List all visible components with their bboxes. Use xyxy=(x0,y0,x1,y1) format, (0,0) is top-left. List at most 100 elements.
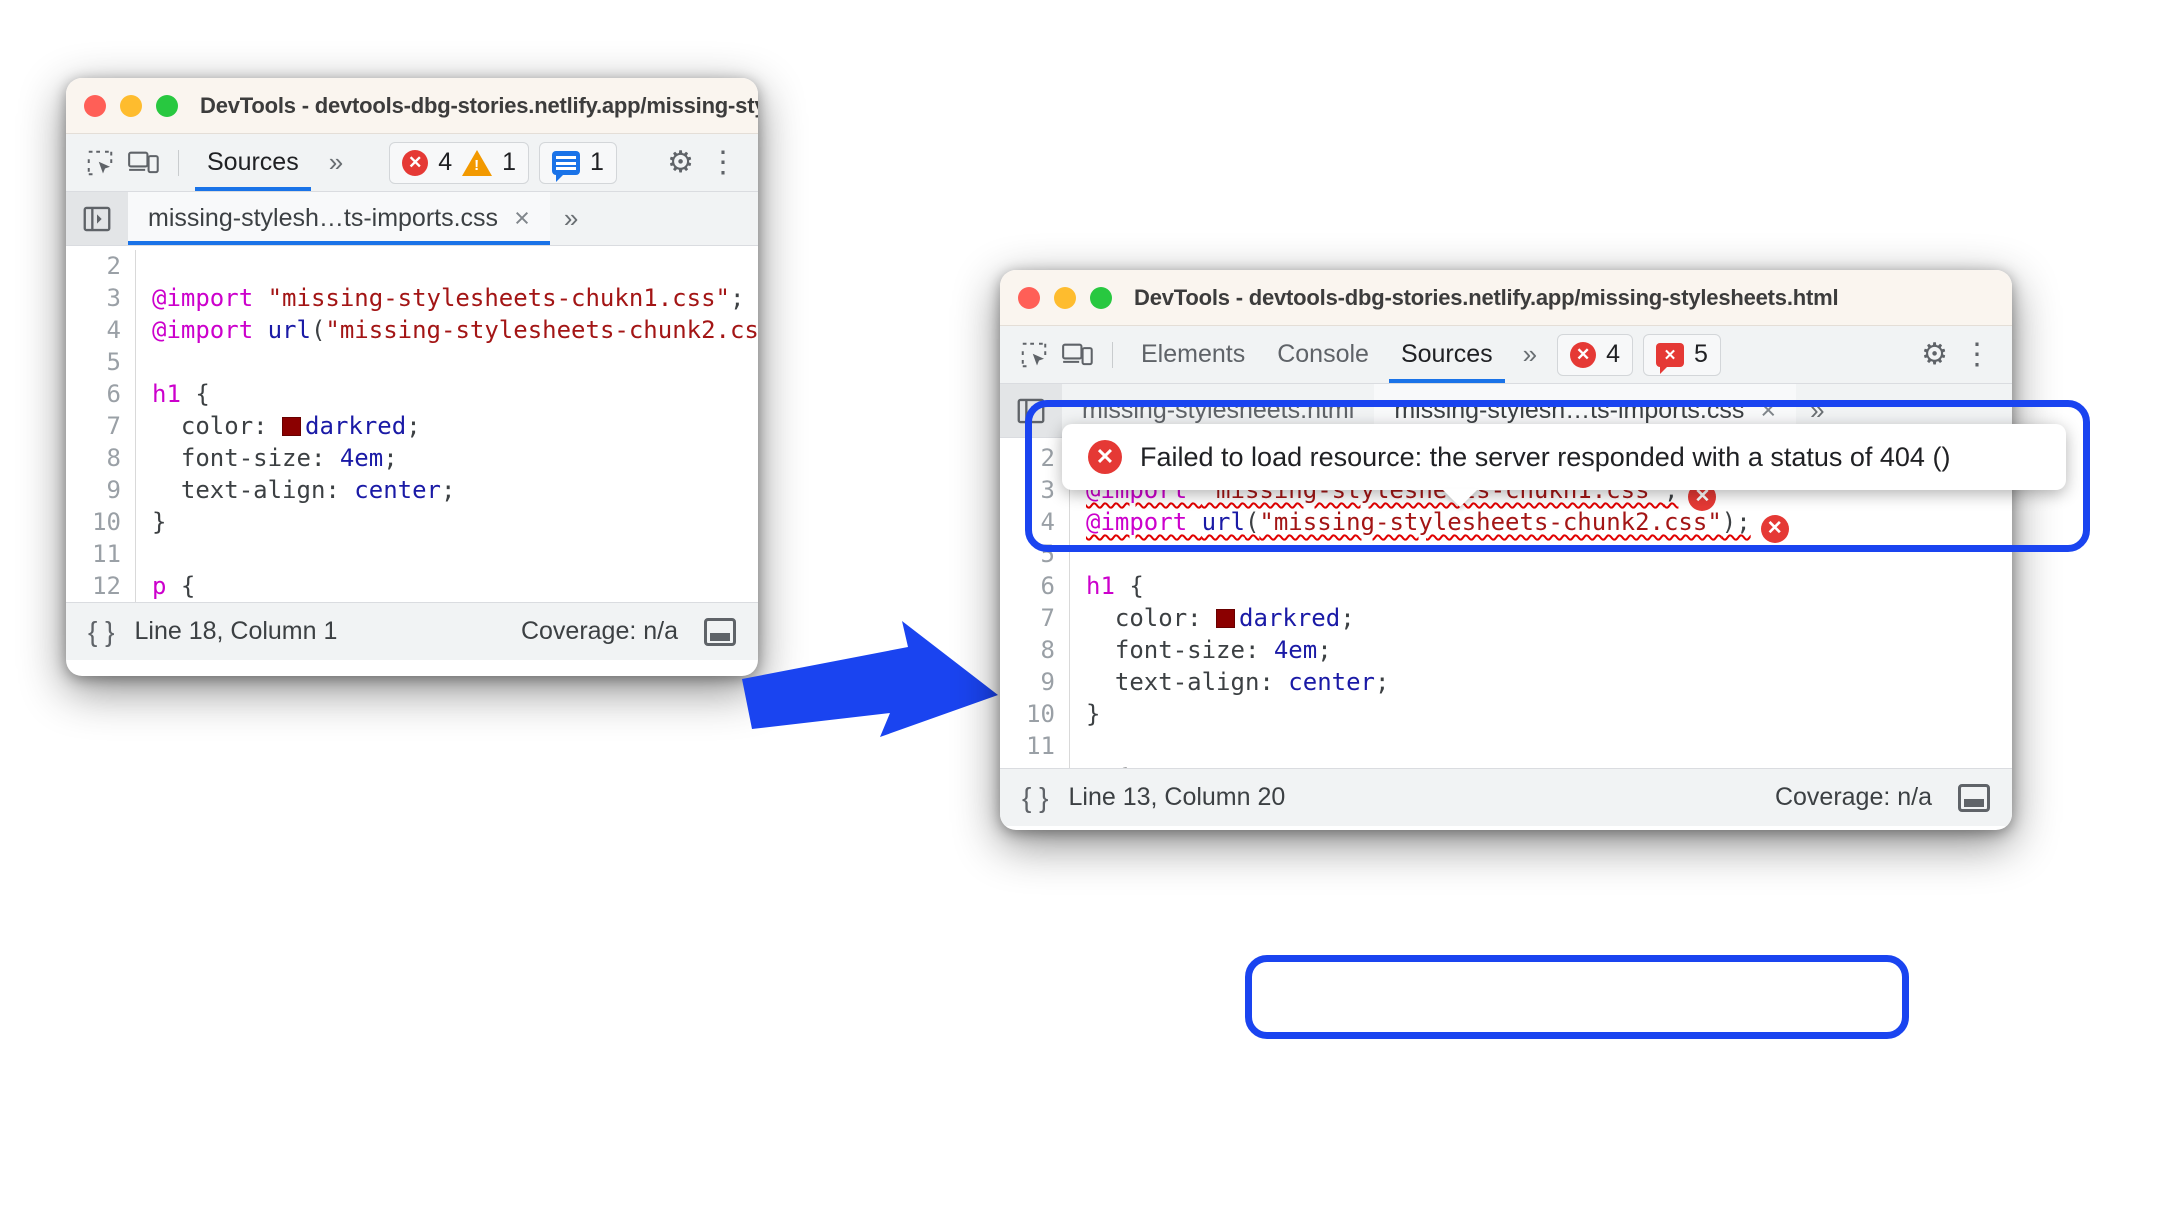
window1-statusbar: { } Line 18, Column 1 Coverage: n/a xyxy=(66,602,758,660)
code-line[interactable]: 7 color: darkred; xyxy=(66,410,758,442)
window-controls[interactable] xyxy=(84,94,178,117)
maximize-window-button[interactable] xyxy=(156,94,178,117)
code-line[interactable]: 11 xyxy=(66,538,758,570)
dock-to-bottom-icon[interactable] xyxy=(704,617,736,646)
code-line[interactable]: 7 color: darkred; xyxy=(1000,602,2012,634)
code-text: text-align: center; xyxy=(1070,666,1390,698)
error-badge[interactable]: ✕ 4 xyxy=(1557,333,1634,376)
code-text: font-size: 4em; xyxy=(1070,634,1332,666)
kebab-menu-icon[interactable]: ⋮ xyxy=(700,147,746,177)
tooltip-pointer xyxy=(1442,489,1478,507)
line-number: 6 xyxy=(66,378,136,410)
window1-file-tabstrip[interactable]: missing-stylesh…ts-imports.css × » xyxy=(66,192,758,246)
line-number: 3 xyxy=(1000,474,1070,506)
code-token: ( xyxy=(310,316,326,344)
window1-issue-badges[interactable]: ✕ 4 1 1 xyxy=(389,141,617,184)
code-line[interactable]: 12p { xyxy=(66,570,758,602)
error-tooltip: ✕ Failed to load resource: the server re… xyxy=(1062,424,2066,507)
device-toolbar-icon[interactable] xyxy=(1056,334,1100,376)
code-line[interactable]: 10} xyxy=(66,506,758,538)
coverage-label: Coverage: n/a xyxy=(520,617,678,645)
tab-sources[interactable]: Sources xyxy=(1385,327,1509,383)
code-line[interactable]: 8 font-size: 4em; xyxy=(1000,634,2012,666)
code-line[interactable]: 2 xyxy=(66,250,758,282)
gear-icon[interactable]: ⚙ xyxy=(667,145,694,180)
window-controls[interactable] xyxy=(1018,286,1112,309)
tab-console[interactable]: Console xyxy=(1261,327,1385,383)
tab-elements[interactable]: Elements xyxy=(1125,327,1261,383)
code-text: } xyxy=(136,506,166,538)
code-line[interactable]: 5 xyxy=(66,346,758,378)
cursor-position: Line 13, Column 20 xyxy=(1068,783,1286,811)
inspect-element-icon[interactable] xyxy=(78,142,122,184)
window2-issue-badges[interactable]: ✕ 4 ✕ 5 xyxy=(1557,333,1721,376)
dock-to-bottom-icon[interactable] xyxy=(1958,783,1990,812)
minimize-window-button[interactable] xyxy=(120,94,142,117)
close-icon[interactable]: × xyxy=(514,203,530,234)
code-line[interactable]: 3 @import "missing-stylesheets-chukn1.css… xyxy=(66,282,758,314)
code-token: ; xyxy=(1317,636,1332,664)
code-token: ; xyxy=(1340,604,1355,632)
code-token: @import xyxy=(152,316,268,344)
code-line[interactable]: 11 xyxy=(1000,730,2012,762)
code-token: h1 xyxy=(1086,572,1115,600)
code-line[interactable]: 8 font-size: 4em; xyxy=(66,442,758,474)
pretty-print-braces-icon[interactable]: { } xyxy=(88,616,114,648)
gear-icon[interactable]: ⚙ xyxy=(1921,337,1948,372)
color-swatch-darkred[interactable] xyxy=(282,417,302,436)
line-number: 10 xyxy=(1000,698,1070,730)
minimize-window-button[interactable] xyxy=(1054,286,1076,309)
code-token: "missing-stylesheets-chunk2.css" xyxy=(325,316,758,344)
screenshot-root: DevTools - devtools-dbg-stories.netlify.… xyxy=(0,0,2181,1215)
code-token: ); xyxy=(1721,508,1751,536)
code-token: p xyxy=(152,572,167,600)
code-line[interactable]: 9 text-align: center; xyxy=(1000,666,2012,698)
code-token: text-align: xyxy=(1086,668,1289,696)
more-files-chevron-icon[interactable]: » xyxy=(550,192,588,245)
line-number: 2 xyxy=(66,250,136,282)
code-line[interactable]: 6 h1 { xyxy=(1000,570,2012,602)
file-tab-imports-css[interactable]: missing-stylesh…ts-imports.css × xyxy=(128,192,550,245)
line-number: 4 xyxy=(1000,506,1070,538)
window2-toolbar-right[interactable]: ⚙ ⋮ xyxy=(1921,337,2000,372)
window1-toolbar-right[interactable]: ⚙ ⋮ xyxy=(667,145,746,180)
code-line[interactable]: 6 h1 { xyxy=(66,378,758,410)
code-line[interactable]: 4 @import url("missing-stylesheets-chunk2… xyxy=(66,314,758,346)
pretty-print-braces-icon[interactable]: { } xyxy=(1022,782,1048,814)
color-swatch-darkred[interactable] xyxy=(1216,609,1236,628)
window2-titlebar: DevTools - devtools-dbg-stories.netlify.… xyxy=(1000,270,2012,326)
show-navigator-icon[interactable] xyxy=(1000,384,1062,437)
show-navigator-icon[interactable] xyxy=(66,192,128,245)
code-line[interactable]: 9 text-align: center; xyxy=(66,474,758,506)
close-icon[interactable]: × xyxy=(1760,395,1776,426)
error-warning-badge[interactable]: ✕ 4 1 xyxy=(389,141,529,184)
inspect-element-icon[interactable] xyxy=(1012,334,1056,376)
tab-sources[interactable]: Sources xyxy=(191,135,315,191)
message-badge[interactable]: ✕ 5 xyxy=(1643,333,1721,376)
more-tabs-chevron-icon[interactable]: » xyxy=(1509,339,1547,370)
code-line[interactable]: 4 @import url("missing-stylesheets-chunk2… xyxy=(1000,506,2012,543)
maximize-window-button[interactable] xyxy=(1090,286,1112,309)
close-window-button[interactable] xyxy=(1018,286,1040,309)
file-tab-label: missing-stylesh…ts-imports.css xyxy=(148,204,499,232)
kebab-menu-icon[interactable]: ⋮ xyxy=(1954,339,2000,369)
code-token: @import xyxy=(152,284,268,312)
window1-code-editor[interactable]: 2 3 @import "missing-stylesheets-chukn1.cs… xyxy=(66,246,758,602)
devtools-window-1[interactable]: DevTools - devtools-dbg-stories.netlify.… xyxy=(66,78,758,676)
line-number: 7 xyxy=(1000,602,1070,634)
more-tabs-chevron-icon[interactable]: » xyxy=(315,147,353,178)
device-toolbar-icon[interactable] xyxy=(122,142,166,184)
close-window-button[interactable] xyxy=(84,94,106,117)
message-badge[interactable]: 1 xyxy=(539,141,617,184)
devtools-window-2[interactable]: DevTools - devtools-dbg-stories.netlify.… xyxy=(1000,270,2012,830)
line-number: 12 xyxy=(66,570,136,602)
code-line[interactable]: 10} xyxy=(1000,698,2012,730)
code-line[interactable]: 5 xyxy=(1000,538,2012,570)
code-token: @import xyxy=(1086,508,1202,536)
error-circle-icon: ✕ xyxy=(1570,341,1597,368)
inline-error-icon[interactable]: ✕ xyxy=(1760,515,1789,543)
code-text: font-size: 4em; xyxy=(136,442,398,474)
error-circle-icon: ✕ xyxy=(1088,440,1122,474)
code-line[interactable]: 12p { xyxy=(1000,762,2012,768)
